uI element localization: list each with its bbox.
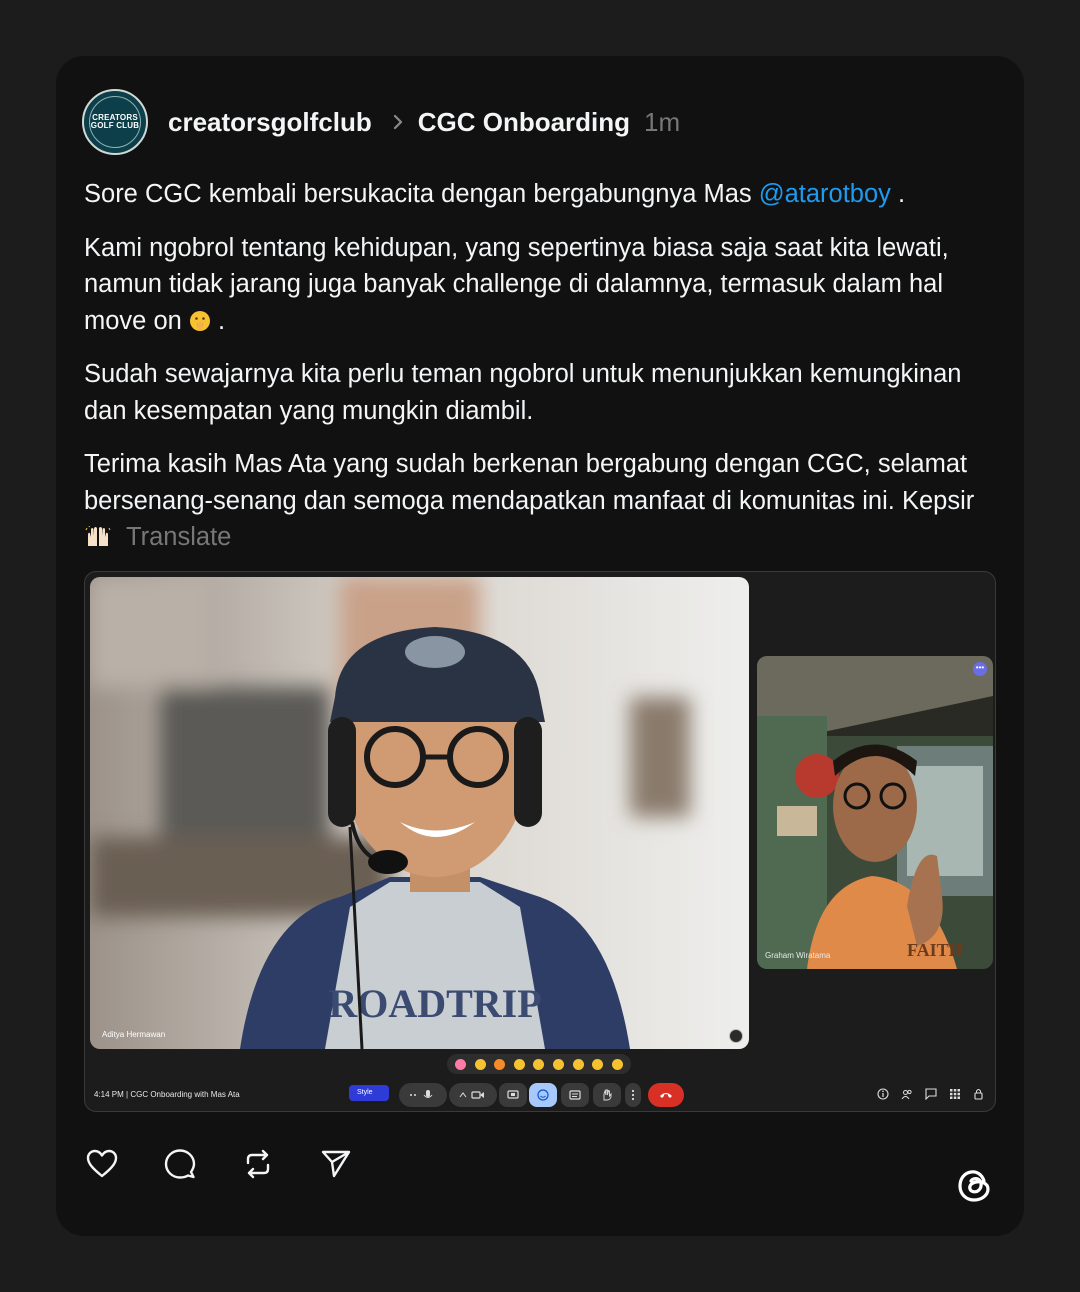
chevron-right-icon bbox=[393, 114, 402, 130]
laughing-face-icon[interactable] bbox=[533, 1058, 545, 1070]
paragraph-4: Terima kasih Mas Ata yang sudah berkenan… bbox=[84, 446, 1004, 556]
captions-control[interactable] bbox=[561, 1083, 589, 1107]
side-participant-video: FAITH bbox=[757, 656, 993, 969]
repost-icon bbox=[246, 1149, 270, 1179]
microphone-icon bbox=[410, 1090, 433, 1098]
present-control[interactable] bbox=[499, 1083, 527, 1107]
host-controls-lock-icon[interactable] bbox=[973, 1088, 985, 1100]
chat-icon[interactable] bbox=[925, 1088, 937, 1100]
camera-icon bbox=[459, 1091, 484, 1099]
thinking-face-icon[interactable] bbox=[592, 1058, 604, 1070]
post-actions bbox=[86, 1148, 352, 1180]
tile-options-icon[interactable] bbox=[729, 1029, 743, 1043]
post-header: CREATORS GOLF CLUB creatorsgolfclub CGC … bbox=[82, 89, 680, 155]
meeting-screenshot[interactable]: ROADTRIP Aditya Hermawan FAITH ••• Graha… bbox=[84, 571, 996, 1112]
main-participant-video: ROADTRIP bbox=[90, 577, 749, 1049]
participant-menu-icon[interactable]: ••• bbox=[973, 662, 987, 676]
thumbs-down-icon[interactable] bbox=[611, 1058, 623, 1070]
paragraph-2: Kami ngobrol tentang kehidupan, yang sep… bbox=[84, 230, 1004, 340]
main-participant-name: Aditya Hermawan bbox=[102, 1030, 166, 1039]
reaction-bar bbox=[447, 1054, 631, 1074]
info-icon[interactable] bbox=[877, 1088, 889, 1100]
sparkling-heart-icon[interactable] bbox=[455, 1058, 467, 1070]
like-button[interactable] bbox=[86, 1148, 118, 1180]
meeting-control-bar: 4:14 PM | CGC Onboarding with Mas Ata St… bbox=[85, 1082, 995, 1111]
post-card: CREATORS GOLF CLUB creatorsgolfclub CGC … bbox=[56, 56, 1024, 1236]
thumbs-up-icon[interactable] bbox=[474, 1058, 486, 1070]
repost-button[interactable] bbox=[242, 1148, 274, 1180]
leave-call-button[interactable] bbox=[648, 1083, 684, 1107]
shushing-face-emoji-icon bbox=[189, 310, 210, 331]
avatar-text-line2: GOLF CLUB bbox=[90, 121, 140, 130]
more-options-control[interactable] bbox=[625, 1083, 641, 1107]
raising-hands-emoji-icon bbox=[85, 526, 111, 546]
hang-up-icon bbox=[660, 1093, 672, 1098]
author-name[interactable]: creatorsgolfclub bbox=[168, 107, 372, 138]
community-name[interactable]: CGC Onboarding bbox=[418, 107, 630, 138]
paragraph-4-text: Terima kasih Mas Ata yang sudah berkenan… bbox=[84, 450, 975, 515]
mic-control[interactable] bbox=[399, 1083, 447, 1107]
paragraph-1-text: Sore CGC kembali bersukacita dengan berg… bbox=[84, 180, 759, 208]
main-participant-tile: ROADTRIP Aditya Hermawan bbox=[90, 577, 749, 1049]
meeting-clock-title: 4:14 PM | CGC Onboarding with Mas Ata bbox=[94, 1090, 240, 1099]
clapping-hands-icon[interactable] bbox=[513, 1058, 525, 1070]
avatar[interactable]: CREATORS GOLF CLUB bbox=[82, 89, 148, 155]
side-participant-name: Graham Wiratama bbox=[765, 951, 831, 960]
present-screen-icon bbox=[507, 1090, 519, 1099]
sad-face-icon[interactable] bbox=[572, 1058, 584, 1070]
party-popper-icon[interactable] bbox=[494, 1058, 506, 1070]
emoji-icon bbox=[537, 1089, 549, 1101]
heart-icon bbox=[86, 1149, 118, 1178]
svg-text:FAITH: FAITH bbox=[907, 940, 963, 960]
captions-icon bbox=[569, 1090, 581, 1100]
reactions-control[interactable] bbox=[529, 1083, 557, 1107]
translate-link[interactable]: Translate bbox=[126, 523, 231, 551]
side-participant-tile: FAITH ••• Graham Wiratama bbox=[757, 656, 993, 969]
hand-icon bbox=[603, 1089, 612, 1101]
surprised-face-icon[interactable] bbox=[553, 1058, 564, 1070]
paragraph-3: Sudah sewajarnya kita perlu teman ngobro… bbox=[84, 360, 962, 425]
people-icon[interactable] bbox=[901, 1088, 913, 1100]
style-button[interactable]: Style bbox=[349, 1085, 389, 1101]
paragraph-2-end: . bbox=[210, 306, 226, 335]
more-vertical-icon bbox=[631, 1089, 635, 1101]
camera-control[interactable] bbox=[449, 1083, 497, 1107]
comment-icon bbox=[164, 1149, 196, 1179]
post-text: Sore CGC kembali bersukacita dengan berg… bbox=[84, 176, 1004, 573]
comment-button[interactable] bbox=[164, 1148, 196, 1180]
share-button[interactable] bbox=[320, 1148, 352, 1180]
post-time[interactable]: 1m bbox=[644, 107, 680, 138]
mention-link[interactable]: @atarotboy bbox=[759, 180, 891, 208]
threads-logo bbox=[958, 1170, 990, 1202]
paragraph-1: Sore CGC kembali bersukacita dengan berg… bbox=[84, 176, 1004, 213]
raise-hand-control[interactable] bbox=[593, 1083, 621, 1107]
activities-grid-icon[interactable] bbox=[949, 1088, 961, 1100]
paragraph-1-end: . bbox=[890, 180, 906, 208]
send-icon bbox=[321, 1150, 351, 1178]
